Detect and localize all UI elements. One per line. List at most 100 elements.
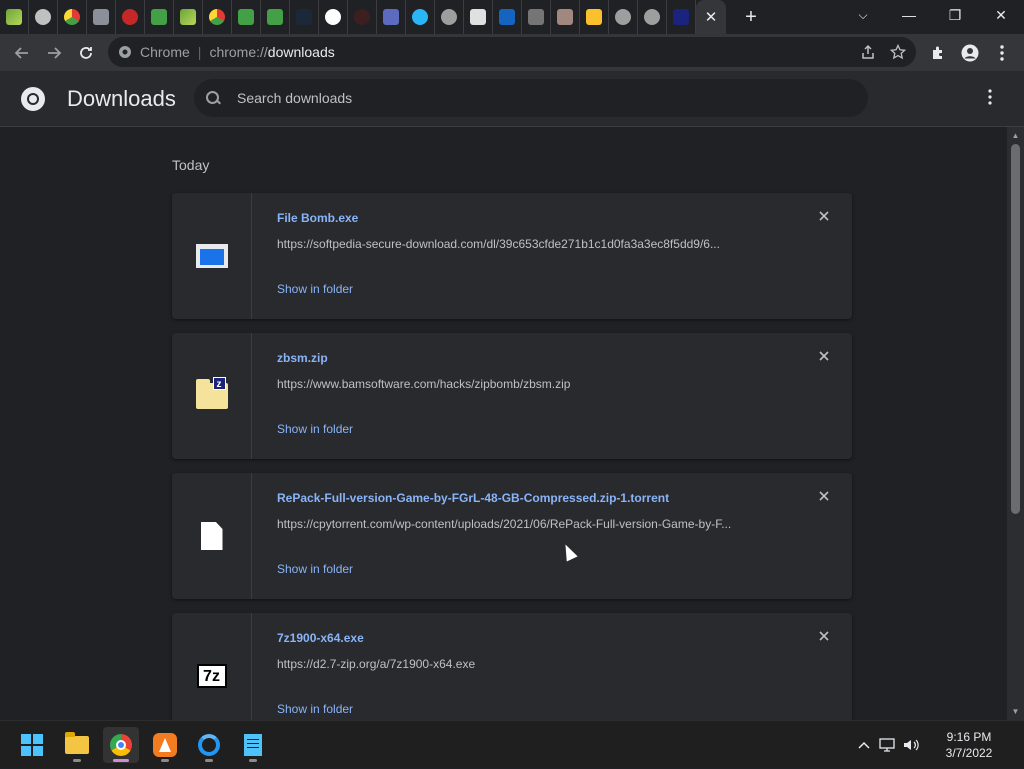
tab-1[interactable] <box>0 0 29 34</box>
download-source-url[interactable]: https://www.bamsoftware.com/hacks/zipbom… <box>277 377 777 391</box>
remove-download-button[interactable] <box>816 629 832 645</box>
tab-strip: ✕ + ⌵ — ❐ ✕ <box>0 0 1024 34</box>
globe-icon <box>644 9 660 25</box>
tab-6[interactable] <box>145 0 174 34</box>
edit-icon <box>383 9 399 25</box>
scroll-thumb[interactable] <box>1011 144 1020 514</box>
tab-11[interactable] <box>290 0 319 34</box>
tab-10[interactable] <box>261 0 290 34</box>
tab-23[interactable] <box>638 0 667 34</box>
tab-9[interactable] <box>232 0 261 34</box>
date-section-label: Today <box>172 157 210 173</box>
reload-button[interactable] <box>70 37 102 69</box>
restore-button[interactable]: ❐ <box>932 0 978 30</box>
file-icon-column <box>172 193 252 319</box>
search-input[interactable] <box>237 90 837 106</box>
steam-icon <box>296 9 312 25</box>
show-in-folder-link[interactable]: Show in folder <box>277 422 353 436</box>
tab-18[interactable] <box>493 0 522 34</box>
window-close-button[interactable]: ✕ <box>978 0 1024 30</box>
system-tray: 9:16 PM 3/7/2022 <box>852 721 1024 769</box>
blue-icon <box>499 9 515 25</box>
profile-icon <box>961 44 979 61</box>
download-file-name[interactable]: zbsm.zip <box>277 351 328 365</box>
network-icon[interactable] <box>876 721 900 769</box>
show-in-folder-link[interactable]: Show in folder <box>277 702 353 716</box>
menu-button[interactable] <box>986 37 1018 69</box>
tab-2[interactable] <box>29 0 58 34</box>
tab-20[interactable] <box>551 0 580 34</box>
file-icon-column: z <box>172 333 252 459</box>
globe-icon <box>615 9 631 25</box>
face-icon <box>354 9 370 25</box>
taskbar-clock[interactable]: 9:16 PM 3/7/2022 <box>924 729 1014 761</box>
remove-download-button[interactable] <box>816 489 832 505</box>
taskbar-blue-app[interactable] <box>191 727 227 763</box>
running-indicator <box>161 759 169 762</box>
remove-download-button[interactable] <box>816 349 832 365</box>
close-icon <box>819 631 829 641</box>
downloads-more-actions-button[interactable] <box>982 89 998 109</box>
tab-13[interactable] <box>348 0 377 34</box>
show-in-folder-link[interactable]: Show in folder <box>277 562 353 576</box>
download-source-url[interactable]: https://cpytorrent.com/wp-content/upload… <box>277 517 777 531</box>
volume-icon[interactable] <box>900 721 924 769</box>
tab-3[interactable] <box>58 0 87 34</box>
chef-icon <box>470 9 486 25</box>
taskbar-orange-app[interactable] <box>147 727 183 763</box>
back-button[interactable] <box>6 37 38 69</box>
tab-8[interactable] <box>203 0 232 34</box>
tab-7[interactable] <box>174 0 203 34</box>
globe-icon <box>35 9 51 25</box>
pinwheel-icon <box>209 9 225 25</box>
profile-button[interactable] <box>954 37 986 69</box>
close-icon <box>819 491 829 501</box>
active-tab-close-button[interactable]: ✕ <box>696 0 726 34</box>
running-indicator <box>113 759 129 762</box>
tab-19[interactable] <box>522 0 551 34</box>
download-item: z zbsm.zip https://www.bamsoftware.com/h… <box>172 333 852 459</box>
tab-15[interactable] <box>406 0 435 34</box>
taskbar-chrome[interactable] <box>103 727 139 763</box>
toolbar-right-actions <box>922 34 1024 71</box>
page-scrollbar[interactable]: ▲ ▼ <box>1007 127 1024 720</box>
orange-app-icon <box>153 733 177 757</box>
download-source-url[interactable]: https://d2.7-zip.org/a/7z1900-x64.exe <box>277 657 777 671</box>
forward-button[interactable] <box>38 37 70 69</box>
omnibox[interactable]: Chrome | chrome://downloads <box>108 37 916 67</box>
window-controls: — ❐ ✕ <box>886 0 1024 34</box>
zip-icon: z <box>195 377 228 409</box>
download-file-name[interactable]: RePack-Full-version-Game-by-FGrL-48-GB-C… <box>277 491 669 505</box>
minimize-button[interactable]: — <box>886 0 932 30</box>
tab-5[interactable] <box>116 0 145 34</box>
tab-22[interactable] <box>609 0 638 34</box>
tab-17[interactable] <box>464 0 493 34</box>
taskbar-notepad[interactable] <box>235 727 271 763</box>
download-source-url[interactable]: https://softpedia-secure-download.com/dl… <box>277 237 777 251</box>
search-downloads-box[interactable] <box>194 79 868 117</box>
new-tab-button[interactable]: + <box>736 0 766 34</box>
download-icon <box>151 9 167 25</box>
bookmark-star-icon[interactable] <box>890 44 906 60</box>
taskbar-file-explorer[interactable] <box>59 727 95 763</box>
download-file-name[interactable]: File Bomb.exe <box>277 211 358 225</box>
show-in-folder-link[interactable]: Show in folder <box>277 282 353 296</box>
scroll-down-arrow-icon[interactable]: ▼ <box>1007 703 1024 720</box>
scroll-up-arrow-icon[interactable]: ▲ <box>1007 127 1024 144</box>
browser-toolbar: Chrome | chrome://downloads <box>0 34 1024 71</box>
tab-search-button[interactable]: ⌵ <box>850 0 876 30</box>
tab-24[interactable] <box>667 0 696 34</box>
tab-14[interactable] <box>377 0 406 34</box>
arrow-left-icon <box>14 46 28 59</box>
tab-16[interactable] <box>435 0 464 34</box>
share-icon[interactable] <box>860 44 876 60</box>
tab-21[interactable] <box>580 0 609 34</box>
extensions-button[interactable] <box>922 37 954 69</box>
tray-overflow-chevron-icon[interactable] <box>852 721 876 769</box>
start-button[interactable] <box>14 727 50 763</box>
cube-icon <box>528 9 544 25</box>
remove-download-button[interactable] <box>816 209 832 225</box>
tab-12[interactable] <box>319 0 348 34</box>
tab-4[interactable] <box>87 0 116 34</box>
download-file-name[interactable]: 7z1900-x64.exe <box>277 631 364 645</box>
